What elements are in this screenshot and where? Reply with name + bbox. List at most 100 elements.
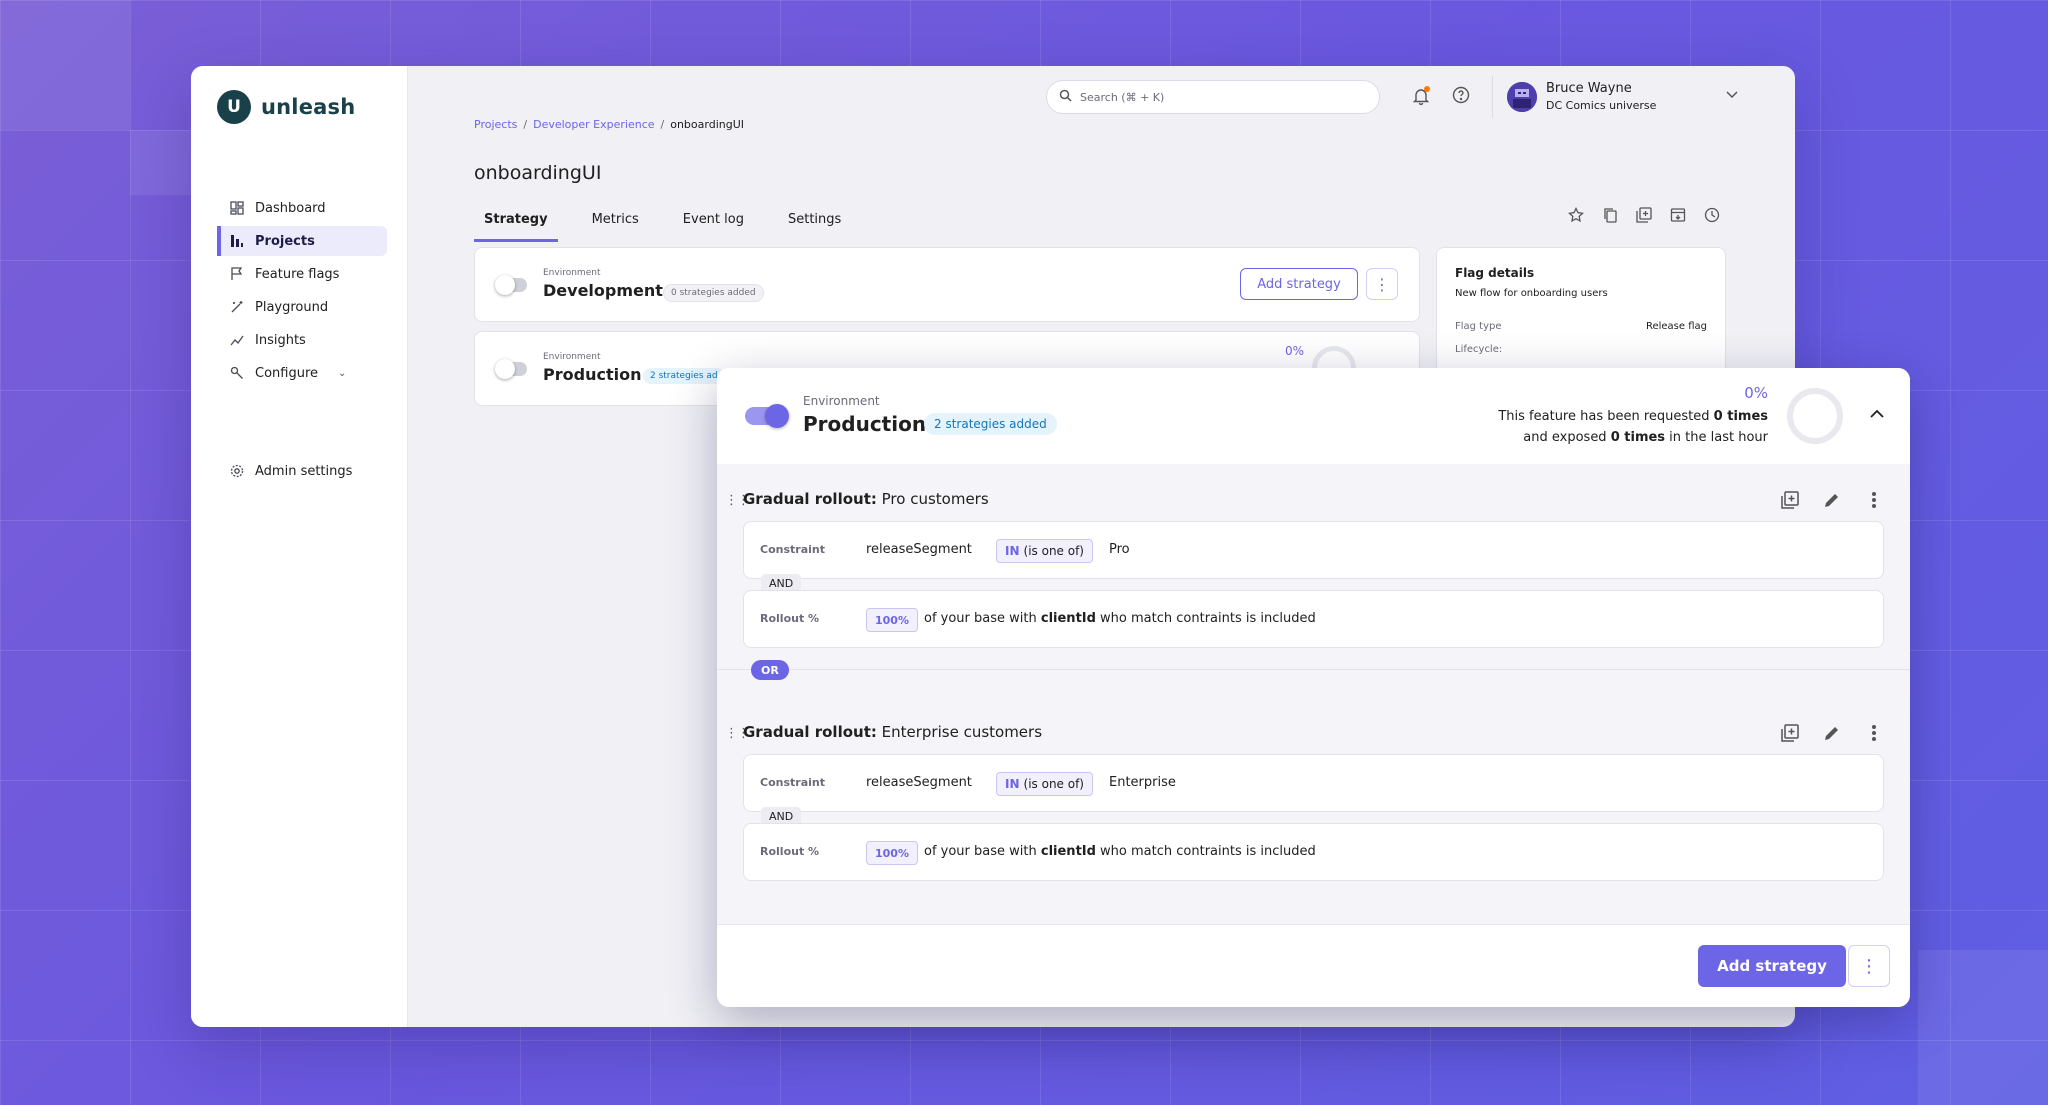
sidebar-item-label: Admin settings xyxy=(255,463,353,479)
environment-toggle[interactable] xyxy=(495,275,527,295)
strategy-name: Pro customers xyxy=(876,490,989,508)
environment-card-development: Environment Development 0 strategies add… xyxy=(474,247,1420,322)
tab-event-log[interactable]: Event log xyxy=(673,206,754,242)
chart-line-icon xyxy=(229,332,245,348)
rollout-box: Rollout % 100% of your base with clientI… xyxy=(743,823,1884,881)
sidebar-item-projects[interactable]: Projects xyxy=(217,226,387,256)
strategies-badge: 0 strategies added xyxy=(663,284,764,302)
copy-icon[interactable] xyxy=(1780,723,1800,743)
rollout-text: who match contraints is included xyxy=(1095,611,1316,626)
search-icon xyxy=(1059,89,1072,105)
constraint-box: Constraint releaseSegment IN (is one of) … xyxy=(743,521,1884,579)
constraint-context: releaseSegment xyxy=(866,775,972,790)
edit-icon[interactable] xyxy=(1822,723,1842,743)
add-strategy-button[interactable]: Add strategy xyxy=(1698,945,1846,987)
exposure-ring xyxy=(1787,388,1843,444)
environment-label: Environment xyxy=(803,394,880,408)
tab-metrics[interactable]: Metrics xyxy=(582,206,649,242)
or-divider xyxy=(717,669,1910,670)
kebab-icon[interactable] xyxy=(1864,723,1884,743)
logo-text: unleash xyxy=(261,95,356,119)
environment-name: Production xyxy=(803,412,927,436)
strategy-type: Gradual rollout: xyxy=(743,490,877,508)
request-stats: This feature has been requested 0 times … xyxy=(1498,406,1768,448)
more-options-button[interactable]: ⋮ xyxy=(1848,945,1890,987)
copy-icon[interactable] xyxy=(1600,205,1620,225)
strategies-badge: 2 strategies ad xyxy=(643,368,725,384)
add-copy-icon[interactable] xyxy=(1634,205,1654,225)
sidebar-item-playground[interactable]: Playground xyxy=(217,292,387,322)
environment-name: Production xyxy=(543,365,642,384)
flag-actions xyxy=(1566,205,1722,225)
or-chip: OR xyxy=(751,660,789,680)
popup-footer: Add strategy ⋮ xyxy=(717,924,1910,1007)
operator-in: IN xyxy=(1005,777,1020,791)
help-icon[interactable] xyxy=(1452,86,1470,108)
page-title: onboardingUI xyxy=(474,162,602,184)
flag-type-value: Release flag xyxy=(1645,321,1707,332)
more-options-button[interactable]: ⋮ xyxy=(1366,268,1398,300)
sidebar-item-configure[interactable]: Configure ⌄ xyxy=(217,358,387,388)
chevron-down-icon[interactable] xyxy=(1726,88,1738,102)
breadcrumb: Projects / Developer Experience / onboar… xyxy=(474,118,744,131)
request-count: 0 times xyxy=(1713,409,1768,424)
add-strategy-button[interactable]: Add strategy xyxy=(1240,268,1358,300)
rollout-percent: 100% xyxy=(866,608,918,632)
rollout-percent: 100% xyxy=(866,841,918,865)
tab-strategy[interactable]: Strategy xyxy=(474,206,558,242)
constraint-context: releaseSegment xyxy=(866,542,972,557)
strategy-name: Enterprise customers xyxy=(876,723,1043,741)
avatar[interactable] xyxy=(1507,82,1537,112)
sidebar-item-insights[interactable]: Insights xyxy=(217,325,387,355)
sidebar-item-label: Feature flags xyxy=(255,266,340,282)
sidebar-nav: Dashboard Projects Feature flags Playgro… xyxy=(217,193,387,391)
gear-icon xyxy=(229,463,245,479)
copy-icon[interactable] xyxy=(1780,490,1800,510)
constraint-operator: IN (is one of) xyxy=(996,772,1093,796)
divider xyxy=(1492,76,1493,118)
flag-type-row: Flag type Release flag xyxy=(1455,321,1707,332)
logo-mark-icon: U xyxy=(217,90,251,124)
exposed-count: 0 times xyxy=(1610,430,1666,445)
operator-text: (is one of) xyxy=(1023,777,1084,791)
sidebar-item-dashboard[interactable]: Dashboard xyxy=(217,193,387,223)
exposed-text: and exposed xyxy=(1523,430,1611,445)
strategy-actions xyxy=(1780,490,1884,510)
sidebar-item-admin-settings[interactable]: Admin settings xyxy=(229,463,352,479)
stickiness: clientId xyxy=(1040,844,1096,859)
sidebar-item-label: Insights xyxy=(255,332,306,348)
archive-icon[interactable] xyxy=(1668,205,1688,225)
flag-type-label: Flag type xyxy=(1455,321,1502,332)
tab-settings[interactable]: Settings xyxy=(778,206,851,242)
flag-details-title: Flag details xyxy=(1455,266,1535,280)
projects-icon xyxy=(229,233,245,249)
sidebar-item-label: Playground xyxy=(255,299,329,315)
strategies-badge: 2 strategies added xyxy=(924,413,1057,435)
kebab-icon[interactable] xyxy=(1864,490,1884,510)
breadcrumb-separator: / xyxy=(660,118,665,131)
strategy-title: Gradual rollout: Enterprise customers xyxy=(743,723,1042,741)
constraint-value: Pro xyxy=(1109,542,1130,557)
user-name: Bruce Wayne xyxy=(1546,81,1632,96)
kebab-icon: ⋮ xyxy=(1860,955,1878,977)
tabs: Strategy Metrics Event log Settings xyxy=(474,206,875,242)
breadcrumb-project[interactable]: Developer Experience xyxy=(533,118,654,131)
search-input[interactable]: Search (⌘ + K) xyxy=(1046,80,1380,114)
popup-header: Environment Production 2 strategies adde… xyxy=(717,368,1910,464)
sidebar-item-feature-flags[interactable]: Feature flags xyxy=(217,259,387,289)
history-icon[interactable] xyxy=(1702,205,1722,225)
star-icon[interactable] xyxy=(1566,205,1586,225)
breadcrumb-projects[interactable]: Projects xyxy=(474,118,517,131)
kebab-icon: ⋮ xyxy=(1374,274,1390,294)
rollout-description: of your base with clientId who match con… xyxy=(924,611,1316,626)
chevron-up-icon[interactable] xyxy=(1870,404,1884,422)
edit-icon[interactable] xyxy=(1822,490,1842,510)
environment-toggle[interactable] xyxy=(745,404,789,428)
environment-name: Development xyxy=(543,281,663,300)
logo[interactable]: U unleash xyxy=(217,90,355,124)
sidebar-item-label: Configure xyxy=(255,365,319,381)
strategies-list: ⋮⋮ Gradual rollout: Pro customers Constr… xyxy=(717,464,1910,924)
environment-label: Environment xyxy=(543,352,601,362)
environment-toggle[interactable] xyxy=(495,359,527,379)
rollout-description: of your base with clientId who match con… xyxy=(924,844,1316,859)
